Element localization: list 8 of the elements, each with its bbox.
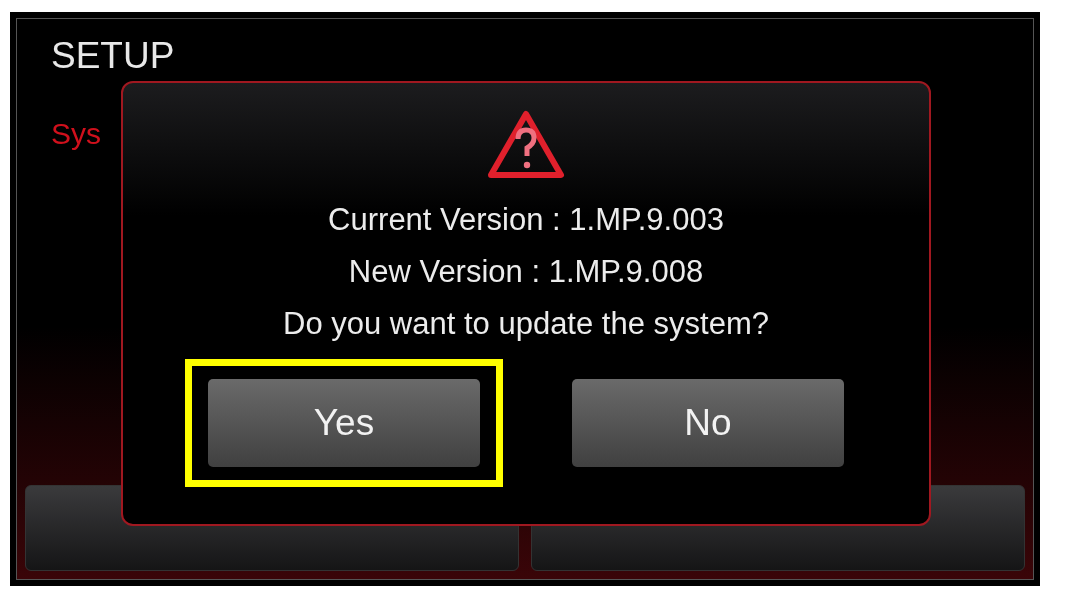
dialog-text: Current Version : 1.MP.9.003 xyxy=(328,201,724,239)
warning-icon xyxy=(486,109,566,181)
screen-title: SETUP xyxy=(51,37,175,74)
section-label: Sys xyxy=(51,119,101,149)
dialog-button[interactable]: No xyxy=(572,379,844,467)
dialog-text: Do you want to update the system? xyxy=(283,305,769,343)
dialog-text: New Version : 1.MP.9.008 xyxy=(348,253,704,291)
dialog-button[interactable]: Yes xyxy=(208,379,480,467)
